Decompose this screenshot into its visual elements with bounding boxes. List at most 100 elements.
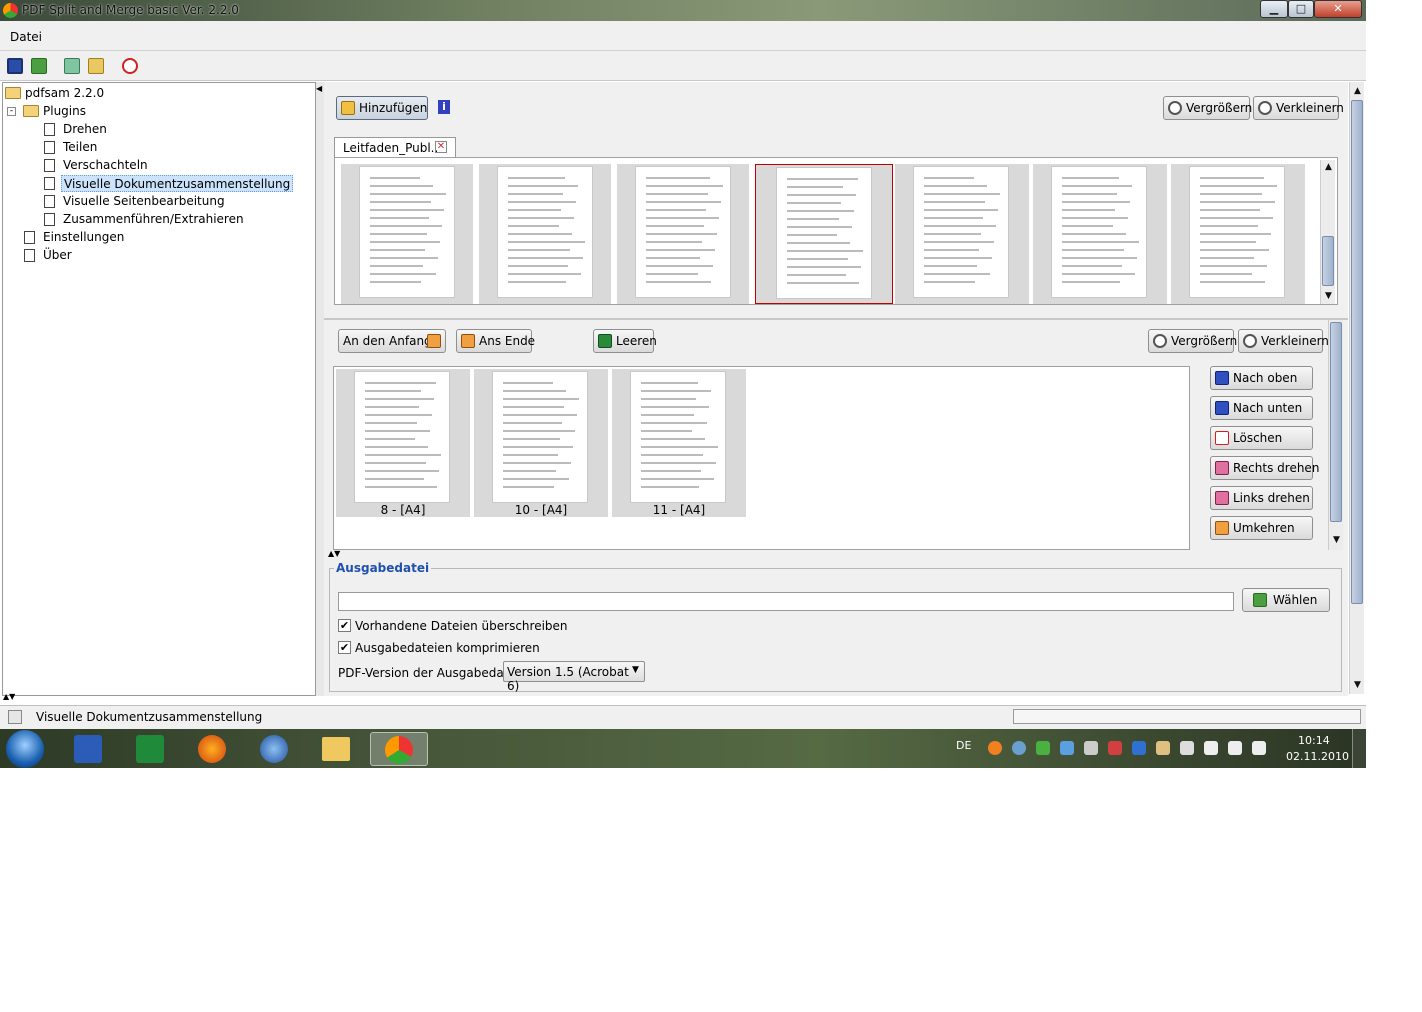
zoom-in-button-top[interactable]: Vergrößern: [1163, 96, 1252, 120]
zoom-out-button-top[interactable]: Verkleinern: [1253, 96, 1344, 120]
scroll-thumb[interactable]: [1351, 100, 1363, 604]
scroll-up-icon[interactable]: ▲: [1350, 84, 1365, 99]
excel-icon[interactable]: [126, 732, 172, 766]
source-scrollbar[interactable]: ▲ ▼: [1320, 160, 1335, 304]
minimize-button[interactable]: ▁: [1260, 0, 1288, 18]
zoom-in-label-bottom: Vergrößern: [1171, 334, 1238, 348]
close-button[interactable]: ✕: [1314, 0, 1362, 18]
page-text-line: [503, 446, 573, 448]
source-page-thumb[interactable]: [341, 164, 473, 304]
tree-collapse-arrows[interactable]: ▲▼: [3, 693, 15, 701]
menu-file[interactable]: Datei: [10, 30, 42, 44]
page-text-line: [365, 462, 426, 464]
add-button[interactable]: Hinzufügen: [336, 96, 428, 120]
info-icon[interactable]: i: [438, 100, 450, 114]
move-to-end-button[interactable]: Ans Ende: [456, 329, 535, 353]
page-text-line: [641, 486, 699, 488]
tree-plugins[interactable]: Plugins: [43, 103, 86, 120]
page-text-line: [365, 398, 434, 400]
page-text-line: [508, 241, 585, 243]
start-button-icon[interactable]: [6, 730, 44, 768]
word-icon[interactable]: [64, 732, 110, 766]
clear-button[interactable]: Leeren: [593, 329, 657, 353]
source-page-thumb[interactable]: [1033, 164, 1167, 304]
language-indicator[interactable]: DE: [956, 739, 971, 752]
page-text-line: [508, 281, 566, 283]
rotate-left-button[interactable]: Links drehen: [1210, 486, 1313, 510]
split-arrows[interactable]: ▲▼: [328, 550, 340, 558]
tree-item-teilen[interactable]: Teilen: [63, 139, 97, 156]
move-up-button[interactable]: Nach oben: [1210, 366, 1313, 390]
selected-scrollbar[interactable]: ▼: [1328, 320, 1343, 550]
scroll-down-icon[interactable]: ▼: [1350, 678, 1365, 693]
tray-tool-icon[interactable]: [1084, 741, 1098, 755]
tree-item-drehen[interactable]: Drehen: [63, 121, 107, 138]
collapse-icon[interactable]: -: [7, 107, 16, 116]
splitter-arrow-icon[interactable]: ◀: [316, 84, 322, 93]
move-down-button[interactable]: Nach unten: [1210, 396, 1313, 420]
tray-security-icon[interactable]: [1036, 741, 1050, 755]
selected-page-thumb[interactable]: [474, 369, 608, 517]
tray-app-icon[interactable]: [988, 741, 1002, 755]
battery-icon[interactable]: [1252, 741, 1266, 755]
panel-splitter[interactable]: ◀: [316, 82, 324, 696]
compress-checkbox[interactable]: ✔: [338, 641, 351, 654]
source-page-thumb-selected[interactable]: [755, 164, 893, 304]
scroll-down-icon[interactable]: ▼: [1321, 289, 1336, 304]
version-select[interactable]: Version 1.5 (Acrobat 6) ▼: [503, 661, 645, 693]
output-path-input[interactable]: [338, 592, 1234, 611]
zoom-in-button-bottom[interactable]: Vergrößern: [1148, 329, 1238, 353]
environment-icon[interactable]: [64, 58, 80, 74]
selected-page-thumb[interactable]: [336, 369, 470, 517]
source-page-thumb[interactable]: [895, 164, 1029, 304]
close-tab-icon[interactable]: ✕: [435, 141, 447, 153]
tree-item-visual-page-editing[interactable]: Visuelle Seitenbearbeitung: [63, 193, 225, 210]
tree-item-verschachteln[interactable]: Verschachteln: [63, 157, 148, 174]
scroll-thumb[interactable]: [1330, 322, 1342, 522]
delete-button[interactable]: Löschen: [1210, 426, 1313, 450]
action-center-flag-icon[interactable]: [1180, 741, 1194, 755]
choose-button[interactable]: Wählen: [1242, 588, 1330, 612]
rotate-right-button[interactable]: Rechts drehen: [1210, 456, 1319, 480]
firefox-icon[interactable]: [188, 732, 234, 766]
network-signal-icon[interactable]: [1204, 741, 1218, 755]
page-text-line: [641, 422, 707, 424]
clock-time[interactable]: 10:14: [1298, 734, 1330, 747]
tree-about[interactable]: Über: [43, 247, 72, 264]
tree-item-visual-composition[interactable]: Visuelle Dokumentzusammenstellung: [61, 175, 294, 192]
source-page-thumb[interactable]: [617, 164, 749, 304]
tree-root[interactable]: pdfsam 2.2.0: [25, 85, 104, 102]
source-page-thumb[interactable]: [479, 164, 611, 304]
zoom-out-button-bottom[interactable]: Verkleinern: [1238, 329, 1329, 353]
explorer-icon[interactable]: [312, 732, 358, 766]
main-scrollbar[interactable]: ▲ ▼: [1349, 82, 1364, 694]
tray-mail-icon[interactable]: [1012, 741, 1026, 755]
speaker-muted-icon[interactable]: [1108, 741, 1122, 755]
maximize-button[interactable]: □: [1288, 0, 1314, 18]
scroll-down-icon[interactable]: ▼: [1329, 533, 1344, 548]
scroll-up-icon[interactable]: ▲: [1321, 160, 1336, 175]
volume-icon[interactable]: [1228, 741, 1242, 755]
open-icon[interactable]: [31, 58, 47, 74]
usb-icon[interactable]: [1156, 741, 1170, 755]
bluetooth-icon[interactable]: [1132, 741, 1146, 755]
move-to-start-button[interactable]: An den Anfang: [338, 329, 446, 353]
thunderbird-icon[interactable]: [250, 732, 296, 766]
page-text-line: [503, 406, 564, 408]
reverse-button[interactable]: Umkehren: [1210, 516, 1313, 540]
scroll-thumb[interactable]: [1322, 236, 1334, 286]
clear-icon[interactable]: [88, 58, 104, 74]
overwrite-checkbox[interactable]: ✔: [338, 619, 351, 632]
save-icon[interactable]: [7, 58, 23, 74]
clock-date[interactable]: 02.11.2010: [1286, 750, 1349, 763]
dropbox-icon[interactable]: [1060, 741, 1074, 755]
tree-settings[interactable]: Einstellungen: [43, 229, 124, 246]
source-page-thumb[interactable]: [1171, 164, 1305, 304]
show-desktop-button[interactable]: [1352, 729, 1366, 768]
move-to-end-icon: [461, 334, 475, 348]
tree-item-merge-extract[interactable]: Zusammenführen/Extrahieren: [63, 211, 244, 228]
pdfsam-taskbar-icon[interactable]: [370, 732, 428, 766]
exit-icon[interactable]: [122, 58, 138, 74]
document-tab[interactable]: Leitfaden_Publ.. ✕: [334, 137, 456, 157]
selected-page-thumb[interactable]: [612, 369, 746, 517]
